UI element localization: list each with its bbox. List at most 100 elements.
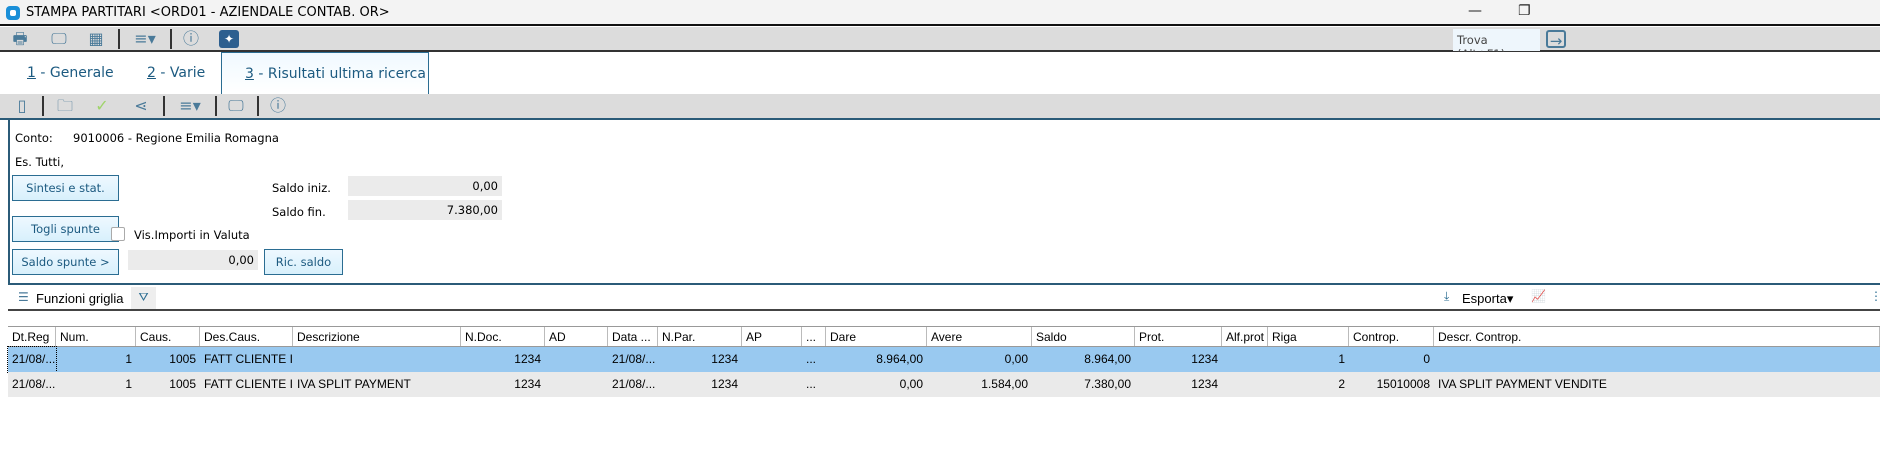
table-row[interactable]: 21/08/... 1 1005 FATT CLIENTE I... IVA SPLIT… <box>8 372 1880 397</box>
grid-cell: ... <box>806 377 817 391</box>
separator <box>215 96 217 116</box>
column-header[interactable]: Num. <box>56 327 136 346</box>
grid-cell <box>545 347 608 372</box>
grid-cell: 8.964,00 <box>1084 352 1131 366</box>
grid-cell: 1 <box>125 377 132 391</box>
download-icon: ⤓ <box>1444 289 1450 303</box>
grid-cell: 1005 <box>169 352 196 366</box>
esporta-button[interactable]: Esporta▾ <box>1462 291 1513 307</box>
column-header[interactable]: AP <box>742 327 802 346</box>
esporta-label: Esporta <box>1462 291 1507 306</box>
column-header[interactable]: AD <box>545 327 608 346</box>
help-icon[interactable]: ⓘ <box>181 30 201 48</box>
ai-sparkle-icon[interactable]: ✦ <box>219 30 239 48</box>
tab-bar: 1 - Generale 2 - Varie 3 - Risultati ult… <box>0 52 1880 94</box>
separator <box>118 29 120 49</box>
separator <box>170 29 172 49</box>
more-icon[interactable]: ⋮ <box>1870 289 1880 303</box>
grid-cell <box>293 347 461 372</box>
grid-header: Dt.Reg Num. Caus. Des.Caus. Descrizione N.Doc… <box>8 326 1880 347</box>
column-header[interactable]: ... <box>802 327 826 346</box>
print-icon[interactable]: 🖶 <box>10 30 30 48</box>
grid-toolbar: ☰ Funzioni griglia ⛛ ⤓ Esporta▾ 📈 ⋮ <box>8 287 1880 311</box>
monitor-icon[interactable]: 🖵 <box>226 97 246 115</box>
column-header[interactable]: Data ... <box>608 327 658 346</box>
column-header[interactable]: Saldo <box>1032 327 1135 346</box>
tab-generale[interactable]: 1 - Generale <box>27 52 114 94</box>
column-header[interactable]: Alf.prot <box>1222 327 1268 346</box>
monitor-icon[interactable]: 🖵 <box>49 30 69 48</box>
column-header[interactable]: Descrizione <box>293 327 461 346</box>
column-header[interactable]: Dare <box>826 327 927 346</box>
grid-cell: IVA SPLIT PAYMENT VENDITE <box>1438 377 1607 391</box>
filter-icon[interactable]: ⛛ <box>131 287 156 309</box>
tab-varie[interactable]: 2 - Varie <box>147 52 205 94</box>
chart-icon[interactable]: 📈 <box>1531 289 1546 303</box>
check-icon[interactable]: ✓ <box>92 97 112 115</box>
column-header[interactable]: Prot. <box>1135 327 1222 346</box>
sintesi-button[interactable]: Sintesi e stat. <box>12 175 119 201</box>
conto-value: 9010006 - Regione Emilia Romagna <box>73 131 279 145</box>
tab-label: - Risultati ultima ricerca <box>253 66 426 82</box>
menu-icon[interactable]: ≡▾ <box>175 97 205 115</box>
saldo-spunte-button[interactable]: Saldo spunte > <box>12 249 119 275</box>
main-toolbar: 🖶 🖵 ▦ ≡▾ ⓘ ✦ → <box>0 27 1880 52</box>
tab-label: - Generale <box>35 65 114 81</box>
grid-cell: 1234 <box>711 352 738 366</box>
app-icon <box>6 6 20 20</box>
column-header[interactable]: Descr. Controp. <box>1434 327 1880 346</box>
column-header[interactable]: Dt.Reg <box>8 327 56 346</box>
vis-importi-checkbox[interactable] <box>111 227 125 241</box>
exit-icon[interactable]: → <box>1546 30 1566 50</box>
list-icon: ☰ <box>18 290 29 304</box>
menu-icon[interactable]: ≡▾ <box>130 30 160 48</box>
tab-num: 2 <box>147 65 156 81</box>
column-header[interactable]: Riga <box>1268 327 1349 346</box>
keypad-icon[interactable]: ▦ <box>86 30 106 48</box>
saldo-iniz-label: Saldo iniz. <box>272 181 331 195</box>
grid-cell: 1234 <box>711 377 738 391</box>
conto-label: Conto: <box>15 131 53 145</box>
tab-label: - Varie <box>155 65 206 81</box>
help-icon[interactable]: ⓘ <box>268 97 288 115</box>
column-header[interactable]: Des.Caus. <box>200 327 293 346</box>
table-row[interactable]: 21/08/... 1 1005 FATT CLIENTE I... 1234 21/08… <box>7 346 1880 373</box>
grid-cell: 21/08/... <box>12 377 56 391</box>
saldo-fin-value: 7.380,00 <box>348 200 502 220</box>
grid-cell: 1 <box>1338 352 1345 366</box>
find-input[interactable]: Trova (Alt+F1) <box>1453 29 1540 61</box>
folder-icon[interactable]: 🗀 <box>55 97 75 115</box>
grid-cell: FATT CLIENTE I... <box>204 352 293 366</box>
separator <box>163 96 165 116</box>
grid-cell: 7.380,00 <box>1084 377 1131 391</box>
grid-cell: 1 <box>125 352 132 366</box>
togli-spunte-button[interactable]: Togli spunte <box>12 216 119 242</box>
tab-num: 1 <box>27 65 36 81</box>
panel-icon[interactable]: ▯ <box>12 97 32 115</box>
column-header[interactable]: Avere <box>927 327 1032 346</box>
grid-cell: 21/08/... <box>612 377 656 391</box>
ric-saldo-button[interactable]: Ric. saldo <box>264 249 343 275</box>
minimize-button[interactable]: — <box>1468 3 1482 19</box>
grid-cell: 1234 <box>1191 352 1218 366</box>
grid-cell: 2 <box>1338 377 1345 391</box>
column-header[interactable]: N.Par. <box>658 327 742 346</box>
grid-cell: 8.964,00 <box>876 352 923 366</box>
grid-cell <box>742 347 802 372</box>
grid-cell <box>742 372 802 397</box>
grid-cell: 1.584,00 <box>981 377 1028 391</box>
grid-cell: 1005 <box>169 377 196 391</box>
grid-cell: IVA SPLIT PAYMENT <box>297 377 411 391</box>
tab-risultati[interactable]: 3 - Risultati ultima ricerca <box>221 52 429 94</box>
grid-cell: 0 <box>1423 352 1430 366</box>
column-header[interactable]: Caus. <box>136 327 200 346</box>
column-header[interactable]: Controp. <box>1349 327 1434 346</box>
column-header[interactable]: N.Doc. <box>461 327 545 346</box>
esercizio-label: Es. Tutti, <box>15 155 65 169</box>
tab-num: 3 <box>245 66 254 82</box>
restore-button[interactable]: ❐ <box>1518 3 1531 19</box>
funzioni-griglia-button[interactable]: Funzioni griglia <box>36 291 123 306</box>
share-icon[interactable]: ⋖ <box>131 97 151 115</box>
window-title: STAMPA PARTITARI <ORD01 - AZIENDALE CONT… <box>26 5 390 20</box>
grid-cell: 1234 <box>1191 377 1218 391</box>
